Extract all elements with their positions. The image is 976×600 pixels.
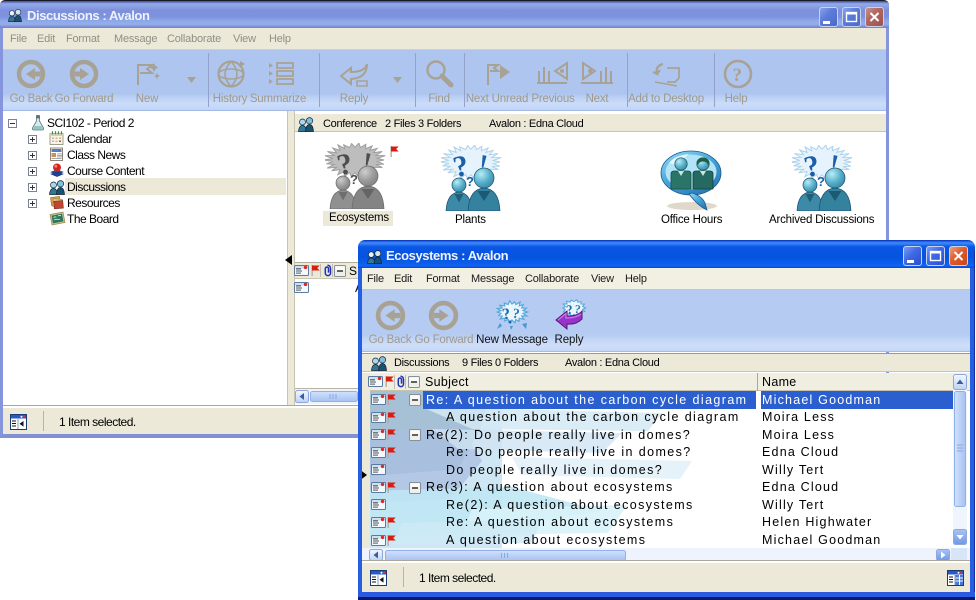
svg-text:?: ? — [350, 172, 358, 187]
svg-text:?: ? — [466, 174, 474, 189]
svg-text:?: ? — [733, 65, 743, 86]
svg-text:?: ? — [817, 174, 825, 189]
